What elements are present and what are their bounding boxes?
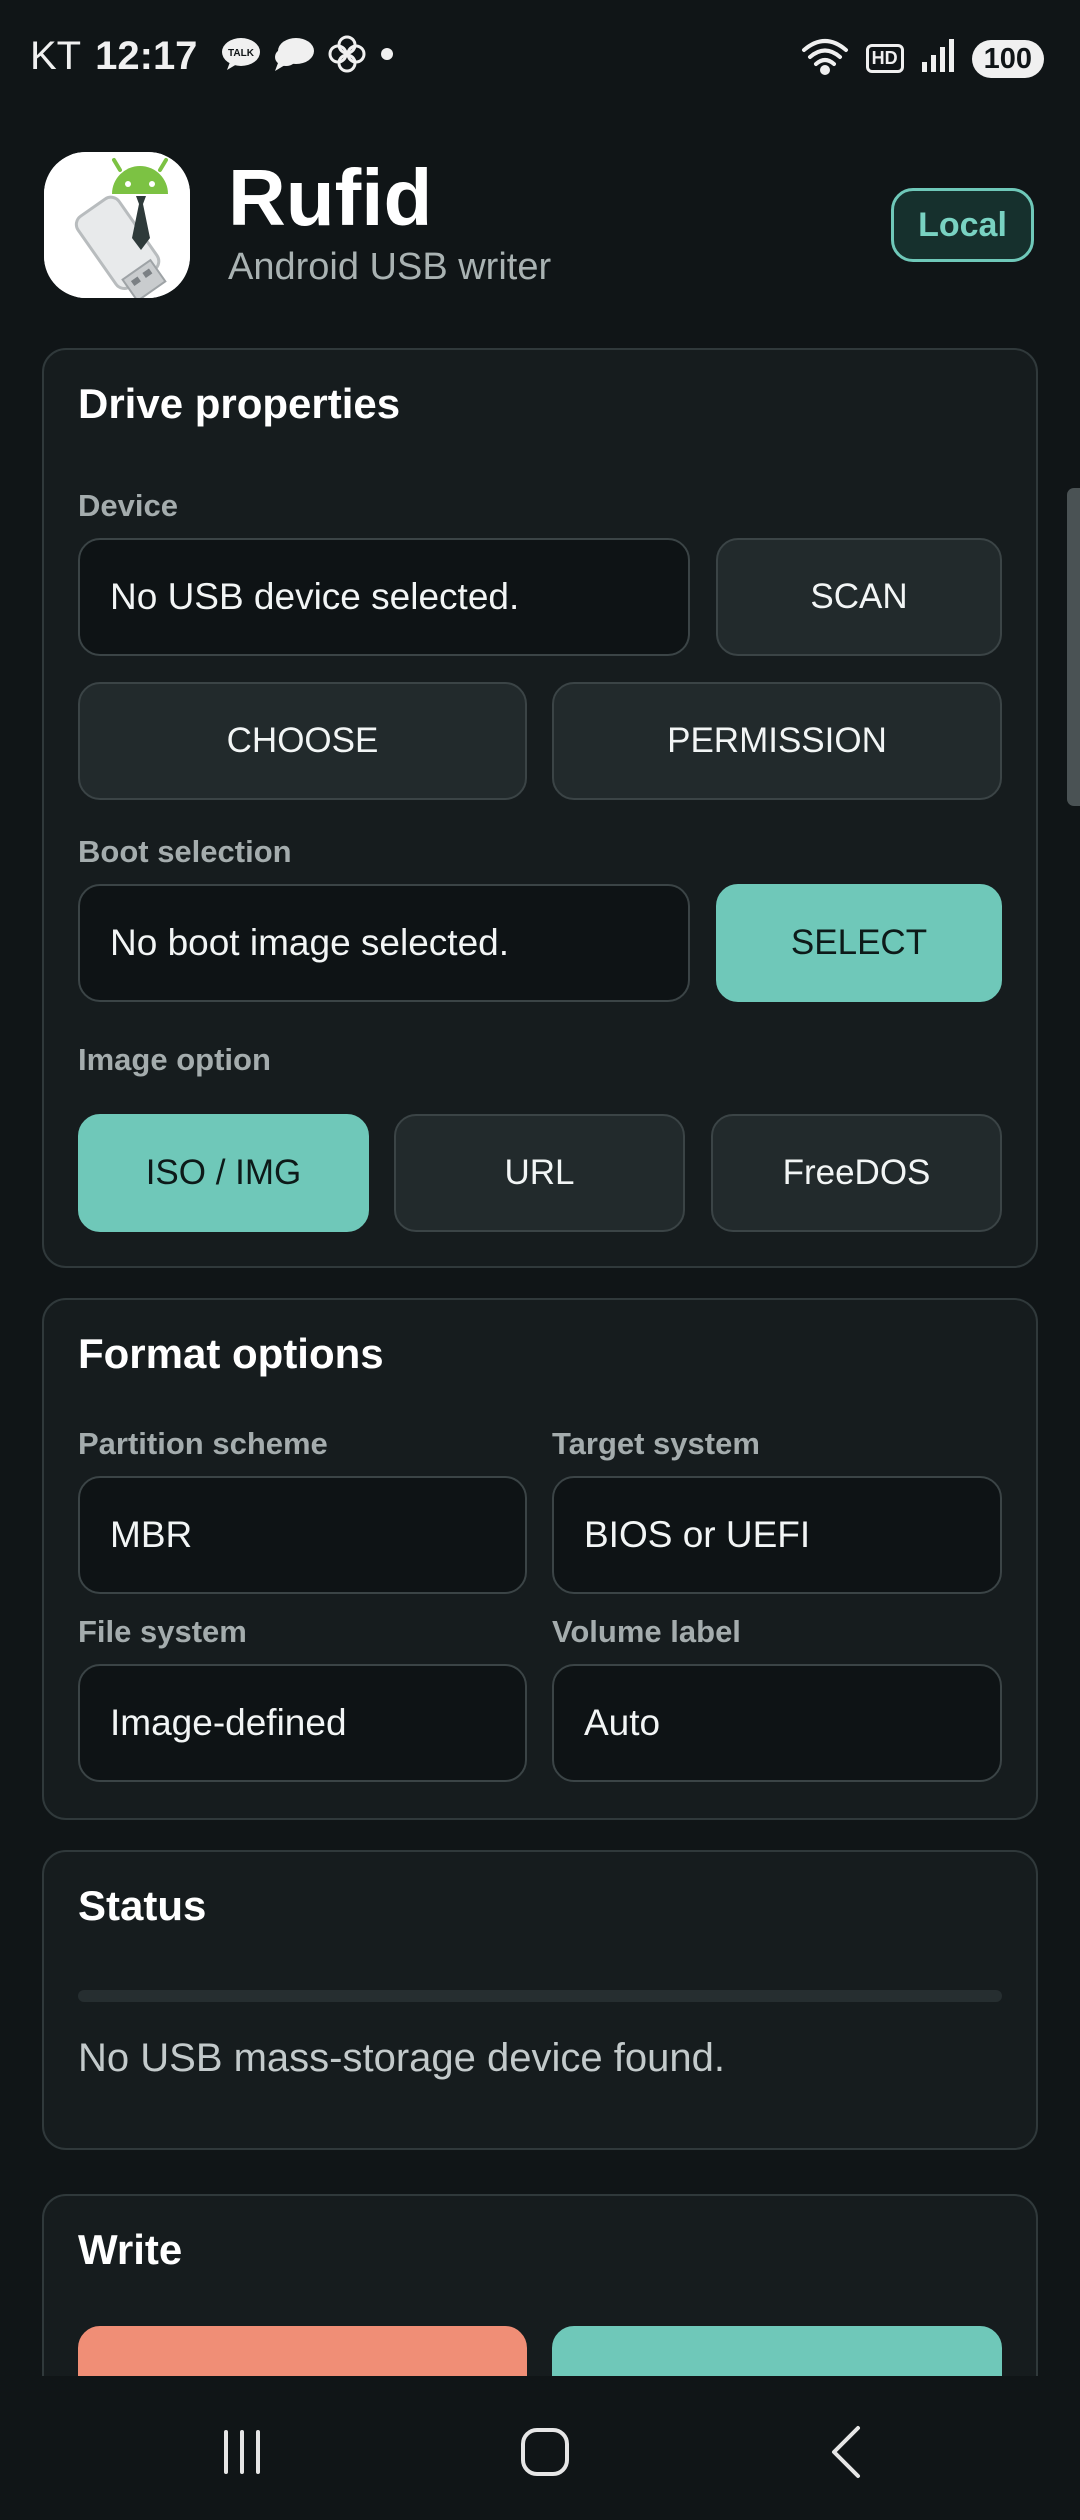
write-card: Write xyxy=(42,2194,1038,2376)
home-icon[interactable] xyxy=(505,2412,585,2492)
scrollbar-handle[interactable] xyxy=(1067,488,1080,806)
recent-apps-icon[interactable] xyxy=(202,2412,282,2492)
verify-button[interactable] xyxy=(552,2326,1002,2376)
back-icon[interactable] xyxy=(808,2412,888,2492)
write-clip: Write xyxy=(0,0,1080,2376)
start-button[interactable] xyxy=(78,2326,527,2376)
card-title: Write xyxy=(78,2226,183,2273)
navigation-bar xyxy=(0,2376,1080,2520)
